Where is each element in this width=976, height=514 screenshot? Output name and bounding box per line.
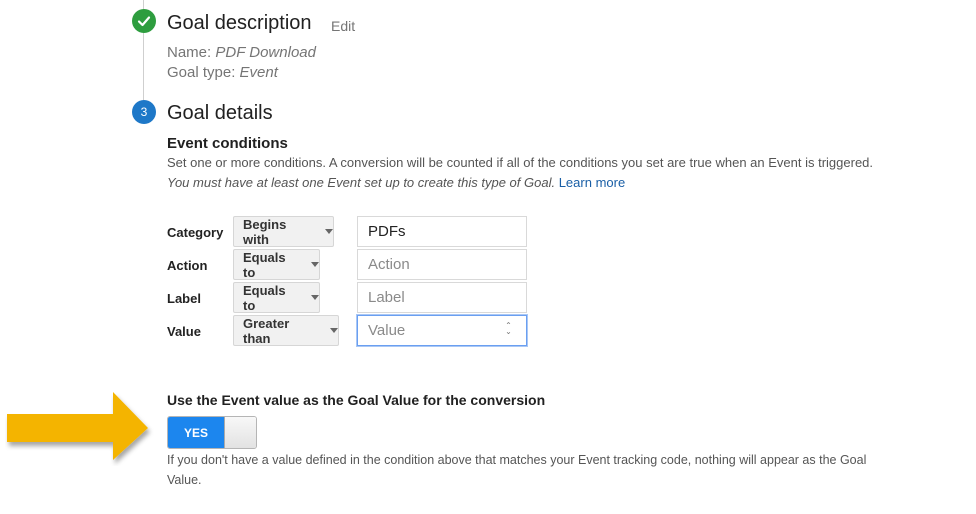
edit-goal-description-link[interactable]: Edit — [331, 18, 355, 34]
goal-type: Goal type: Event — [167, 64, 278, 81]
caret-down-icon — [330, 328, 338, 333]
goal-type-label: Goal type: — [167, 64, 236, 81]
dropdown-value: Begins with — [243, 216, 287, 247]
description-italic: You must have at least one Event set up … — [167, 175, 556, 190]
learn-more-link[interactable]: Learn more — [559, 175, 625, 190]
condition-label-action: Action — [167, 258, 208, 273]
dropdown-value: Equals to — [243, 249, 286, 280]
step-number-badge: 3 — [132, 100, 156, 124]
number-spinner-icon[interactable]: ⌃ ⌄ — [505, 322, 512, 336]
toggle-yes-label: YES — [168, 417, 224, 448]
checkmark-icon — [132, 9, 156, 33]
toggle-knob — [224, 417, 256, 448]
dropdown-value: Equals to — [243, 282, 286, 313]
category-value-input[interactable] — [357, 216, 527, 247]
goal-name-value: PDF Download — [215, 44, 316, 61]
category-operator-dropdown[interactable]: Begins with — [233, 216, 334, 247]
value-operator-dropdown[interactable]: Greater than — [233, 315, 339, 346]
condition-label-category: Category — [167, 225, 224, 240]
condition-label-label: Label — [167, 291, 201, 306]
action-operator-dropdown[interactable]: Equals to — [233, 249, 320, 280]
right-arrow-icon — [7, 392, 148, 460]
goal-value-heading: Use the Event value as the Goal Value fo… — [167, 392, 546, 408]
event-conditions-description: Set one or more conditions. A conversion… — [167, 153, 887, 193]
condition-label-value: Value — [167, 324, 201, 339]
label-value-input[interactable] — [357, 282, 527, 313]
goal-value-help-text: If you don't have a value defined in the… — [167, 453, 867, 487]
value-number-input[interactable] — [357, 315, 527, 346]
goal-name-label: Name: — [167, 44, 212, 61]
label-operator-dropdown[interactable]: Equals to — [233, 282, 320, 313]
dropdown-value: Greater than — [243, 315, 290, 346]
caret-down-icon — [325, 229, 333, 234]
caret-down-icon — [311, 262, 319, 267]
event-conditions-heading: Event conditions — [167, 135, 288, 152]
description-text: Set one or more conditions. A conversion… — [167, 155, 874, 170]
caret-down-icon — [311, 295, 319, 300]
goal-details-title: Goal details — [167, 102, 273, 124]
goal-name: Name: PDF Download — [167, 44, 316, 61]
goal-description-title: Goal description — [167, 12, 312, 34]
goal-value-toggle[interactable]: YES — [167, 416, 257, 449]
action-value-input[interactable] — [357, 249, 527, 280]
goal-type-value: Event — [239, 64, 278, 81]
